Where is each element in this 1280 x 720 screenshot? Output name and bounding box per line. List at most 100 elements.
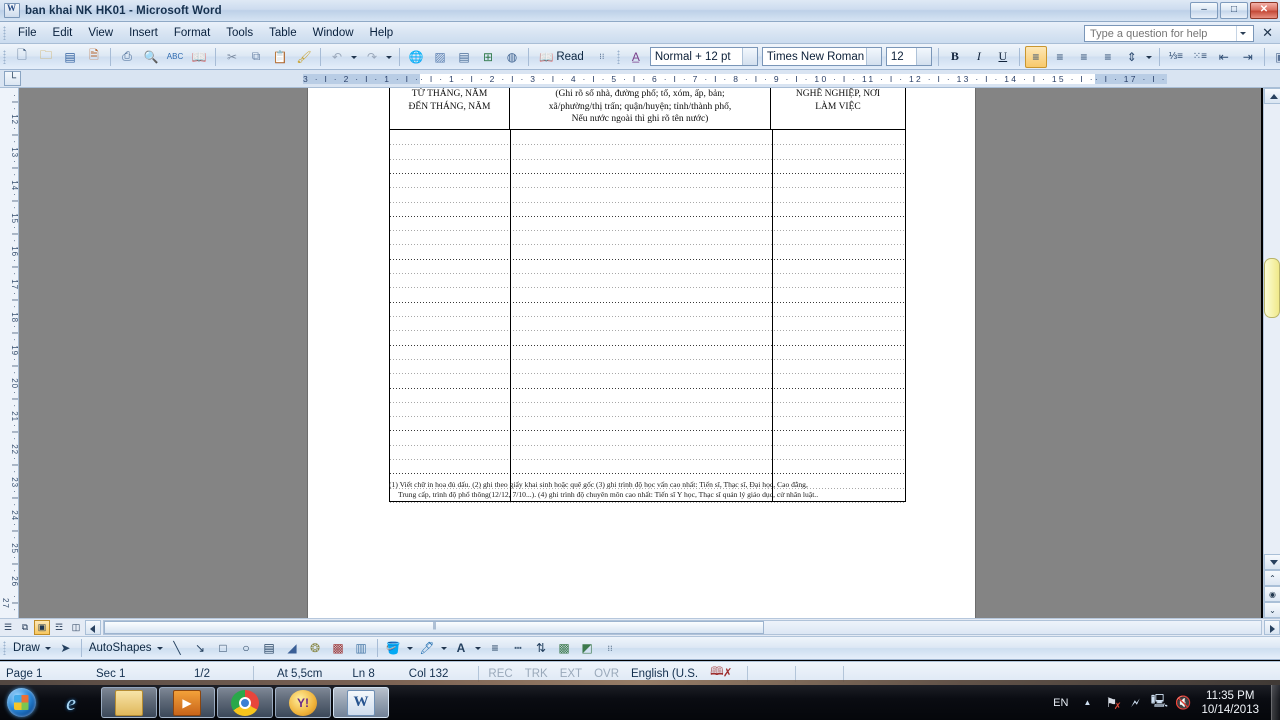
save-icon[interactable]: ▤ [59, 46, 81, 68]
scroll-down-icon[interactable] [1264, 554, 1280, 570]
horizontal-ruler[interactable]: └ 3 · I · 2 · I · 1 · I · · I · 1 · I · … [0, 70, 1280, 88]
drawing-toolbar-grip[interactable] [3, 641, 6, 655]
help-input[interactable] [1088, 26, 1236, 41]
increase-indent-icon[interactable]: ⇥ [1237, 46, 1259, 68]
copy-icon[interactable]: ⧉ [245, 46, 267, 68]
normal-view-button[interactable]: ☰ [0, 620, 16, 635]
numbered-list-icon[interactable]: ⅓≡ [1165, 46, 1187, 68]
next-page-icon[interactable]: ⌄ [1264, 602, 1280, 618]
tab-selector-button[interactable]: └ [4, 71, 21, 86]
scroll-left-icon[interactable] [85, 620, 101, 635]
horizontal-scroll-thumb[interactable] [104, 621, 764, 634]
arrow-style-icon[interactable]: ⇅ [531, 638, 552, 658]
insert-hyperlink-icon[interactable]: 🌐 [405, 46, 427, 68]
taskbar-clock[interactable]: 11:35 PM 10/14/2013 [1195, 689, 1269, 717]
undo-icon[interactable]: ↶ [326, 46, 348, 68]
italic-button[interactable]: I [968, 46, 990, 68]
web-layout-view-button[interactable]: ⧉ [17, 620, 33, 635]
scroll-right-icon[interactable] [1264, 620, 1280, 635]
font-combo[interactable]: Times New Roman [761, 47, 882, 66]
taskbar-microsoft-word[interactable]: W [333, 687, 389, 718]
font-dropdown-icon[interactable] [866, 48, 881, 65]
line-color-dropdown-icon[interactable] [439, 638, 450, 658]
scroll-up-icon[interactable] [1264, 88, 1280, 104]
minimize-button[interactable]: – [1190, 2, 1218, 19]
network-icon[interactable]: 🖳 [1149, 692, 1169, 714]
menu-window[interactable]: Window [305, 25, 362, 41]
new-document-icon[interactable]: 🗋 [11, 46, 33, 68]
line-spacing-dropdown-icon[interactable] [1144, 47, 1155, 67]
autoshapes-menu-button[interactable]: AutoShapes [86, 642, 155, 654]
permission-icon[interactable]: 🗎 [83, 46, 105, 68]
print-preview-icon[interactable]: 🔍 [140, 46, 162, 68]
status-ovr[interactable]: OVR [588, 668, 625, 680]
menu-file[interactable]: File [10, 25, 45, 41]
close-question-box-icon[interactable]: ✕ [1262, 26, 1273, 39]
insert-diagram-icon[interactable]: ❂ [305, 638, 326, 658]
autoshapes-dropdown-icon[interactable] [155, 638, 166, 658]
align-justify-icon[interactable]: ≡ [1097, 46, 1119, 68]
arrow-icon[interactable]: ↘ [190, 638, 211, 658]
vertical-scrollbar[interactable]: ⌃ ◉ ⌄ [1263, 88, 1280, 618]
standard-toolbar-grip[interactable] [3, 49, 6, 64]
show-formatting-icon[interactable]: ◍ [501, 46, 523, 68]
underline-button[interactable]: U [992, 46, 1014, 68]
status-rec[interactable]: REC [482, 668, 518, 680]
start-button[interactable] [0, 686, 42, 719]
insert-table-icon[interactable]: ▨ [429, 46, 451, 68]
status-ext[interactable]: EXT [554, 668, 588, 680]
line-color-icon[interactable]: 🖊 [417, 638, 438, 658]
font-size-combo[interactable]: 12 [885, 47, 932, 66]
rectangle-icon[interactable]: □ [213, 638, 234, 658]
redo-icon[interactable]: ↷ [361, 46, 383, 68]
font-size-dropdown-icon[interactable] [915, 48, 931, 65]
bulleted-list-icon[interactable]: ⁙≡ [1189, 46, 1211, 68]
line-style-icon[interactable]: ≡ [485, 638, 506, 658]
vertical-scroll-thumb[interactable] [1264, 258, 1280, 318]
previous-page-icon[interactable]: ⌃ [1264, 570, 1280, 586]
formatting-toolbar-grip[interactable] [616, 49, 620, 64]
print-icon[interactable]: ⎙ [116, 46, 138, 68]
maximize-button[interactable]: □ [1220, 2, 1248, 19]
chevron-down-icon[interactable] [1236, 26, 1249, 41]
network-flag-icon[interactable]: ⚑ ✗ [1101, 692, 1122, 714]
fill-color-icon[interactable]: 🪣 [383, 638, 404, 658]
outline-view-button[interactable]: ☲ [51, 620, 67, 635]
styles-and-formatting-icon[interactable]: A̲ [625, 46, 647, 68]
align-left-icon[interactable]: ≡ [1024, 45, 1047, 68]
insert-excel-spreadsheet-icon[interactable]: ⊞ [477, 46, 499, 68]
read-button[interactable]: 📖 Read [533, 50, 590, 64]
document-canvas[interactable]: TỪ THÁNG, NĂM ĐẾN THÁNG, NĂM (Ghi rõ số … [19, 88, 1261, 618]
show-desktop-button[interactable] [1271, 685, 1280, 720]
menu-format[interactable]: Format [166, 25, 218, 41]
menu-view[interactable]: View [80, 25, 121, 41]
language-indicator[interactable]: EN [1046, 697, 1075, 709]
open-icon[interactable]: 🗀 [35, 46, 57, 68]
oval-icon[interactable]: ○ [236, 638, 257, 658]
style-combo[interactable]: Normal + 12 pt [649, 47, 758, 66]
taskbar-internet-explorer[interactable]: e [43, 687, 99, 718]
table-body[interactable] [389, 129, 906, 503]
undo-dropdown-icon[interactable] [349, 47, 360, 67]
show-hidden-icons-icon[interactable]: ▲ [1077, 692, 1097, 714]
menu-help[interactable]: Help [362, 25, 402, 41]
menu-bar-grip[interactable] [3, 25, 6, 40]
taskbar-yahoo-messenger[interactable]: Y! [275, 687, 331, 718]
status-language[interactable]: English (U.S. [625, 668, 704, 680]
select-browse-object-icon[interactable]: ◉ [1264, 586, 1280, 602]
spelling-grammar-icon[interactable]: ABC [164, 46, 186, 68]
reading-layout-view-button[interactable]: ◫ [68, 620, 84, 635]
format-painter-icon[interactable]: 🖌 [293, 46, 315, 68]
ask-a-question-box[interactable] [1084, 25, 1254, 42]
3d-style-icon[interactable]: ◩ [577, 638, 598, 658]
line-icon[interactable]: ╲ [167, 638, 188, 658]
status-trk[interactable]: TRK [519, 668, 554, 680]
text-box-icon[interactable]: ▤ [259, 638, 280, 658]
taskbar-media-player[interactable]: ▶ [159, 687, 215, 718]
select-objects-icon[interactable]: ➤ [55, 638, 76, 658]
close-button[interactable]: ✕ [1250, 2, 1278, 19]
print-layout-view-button[interactable]: ▣ [34, 620, 50, 635]
volume-muted-icon[interactable]: 🔇 [1173, 692, 1193, 714]
dash-style-icon[interactable]: ┉ [508, 638, 529, 658]
drawing-toolbar-options-icon[interactable]: ⁝⁝ [600, 638, 621, 658]
